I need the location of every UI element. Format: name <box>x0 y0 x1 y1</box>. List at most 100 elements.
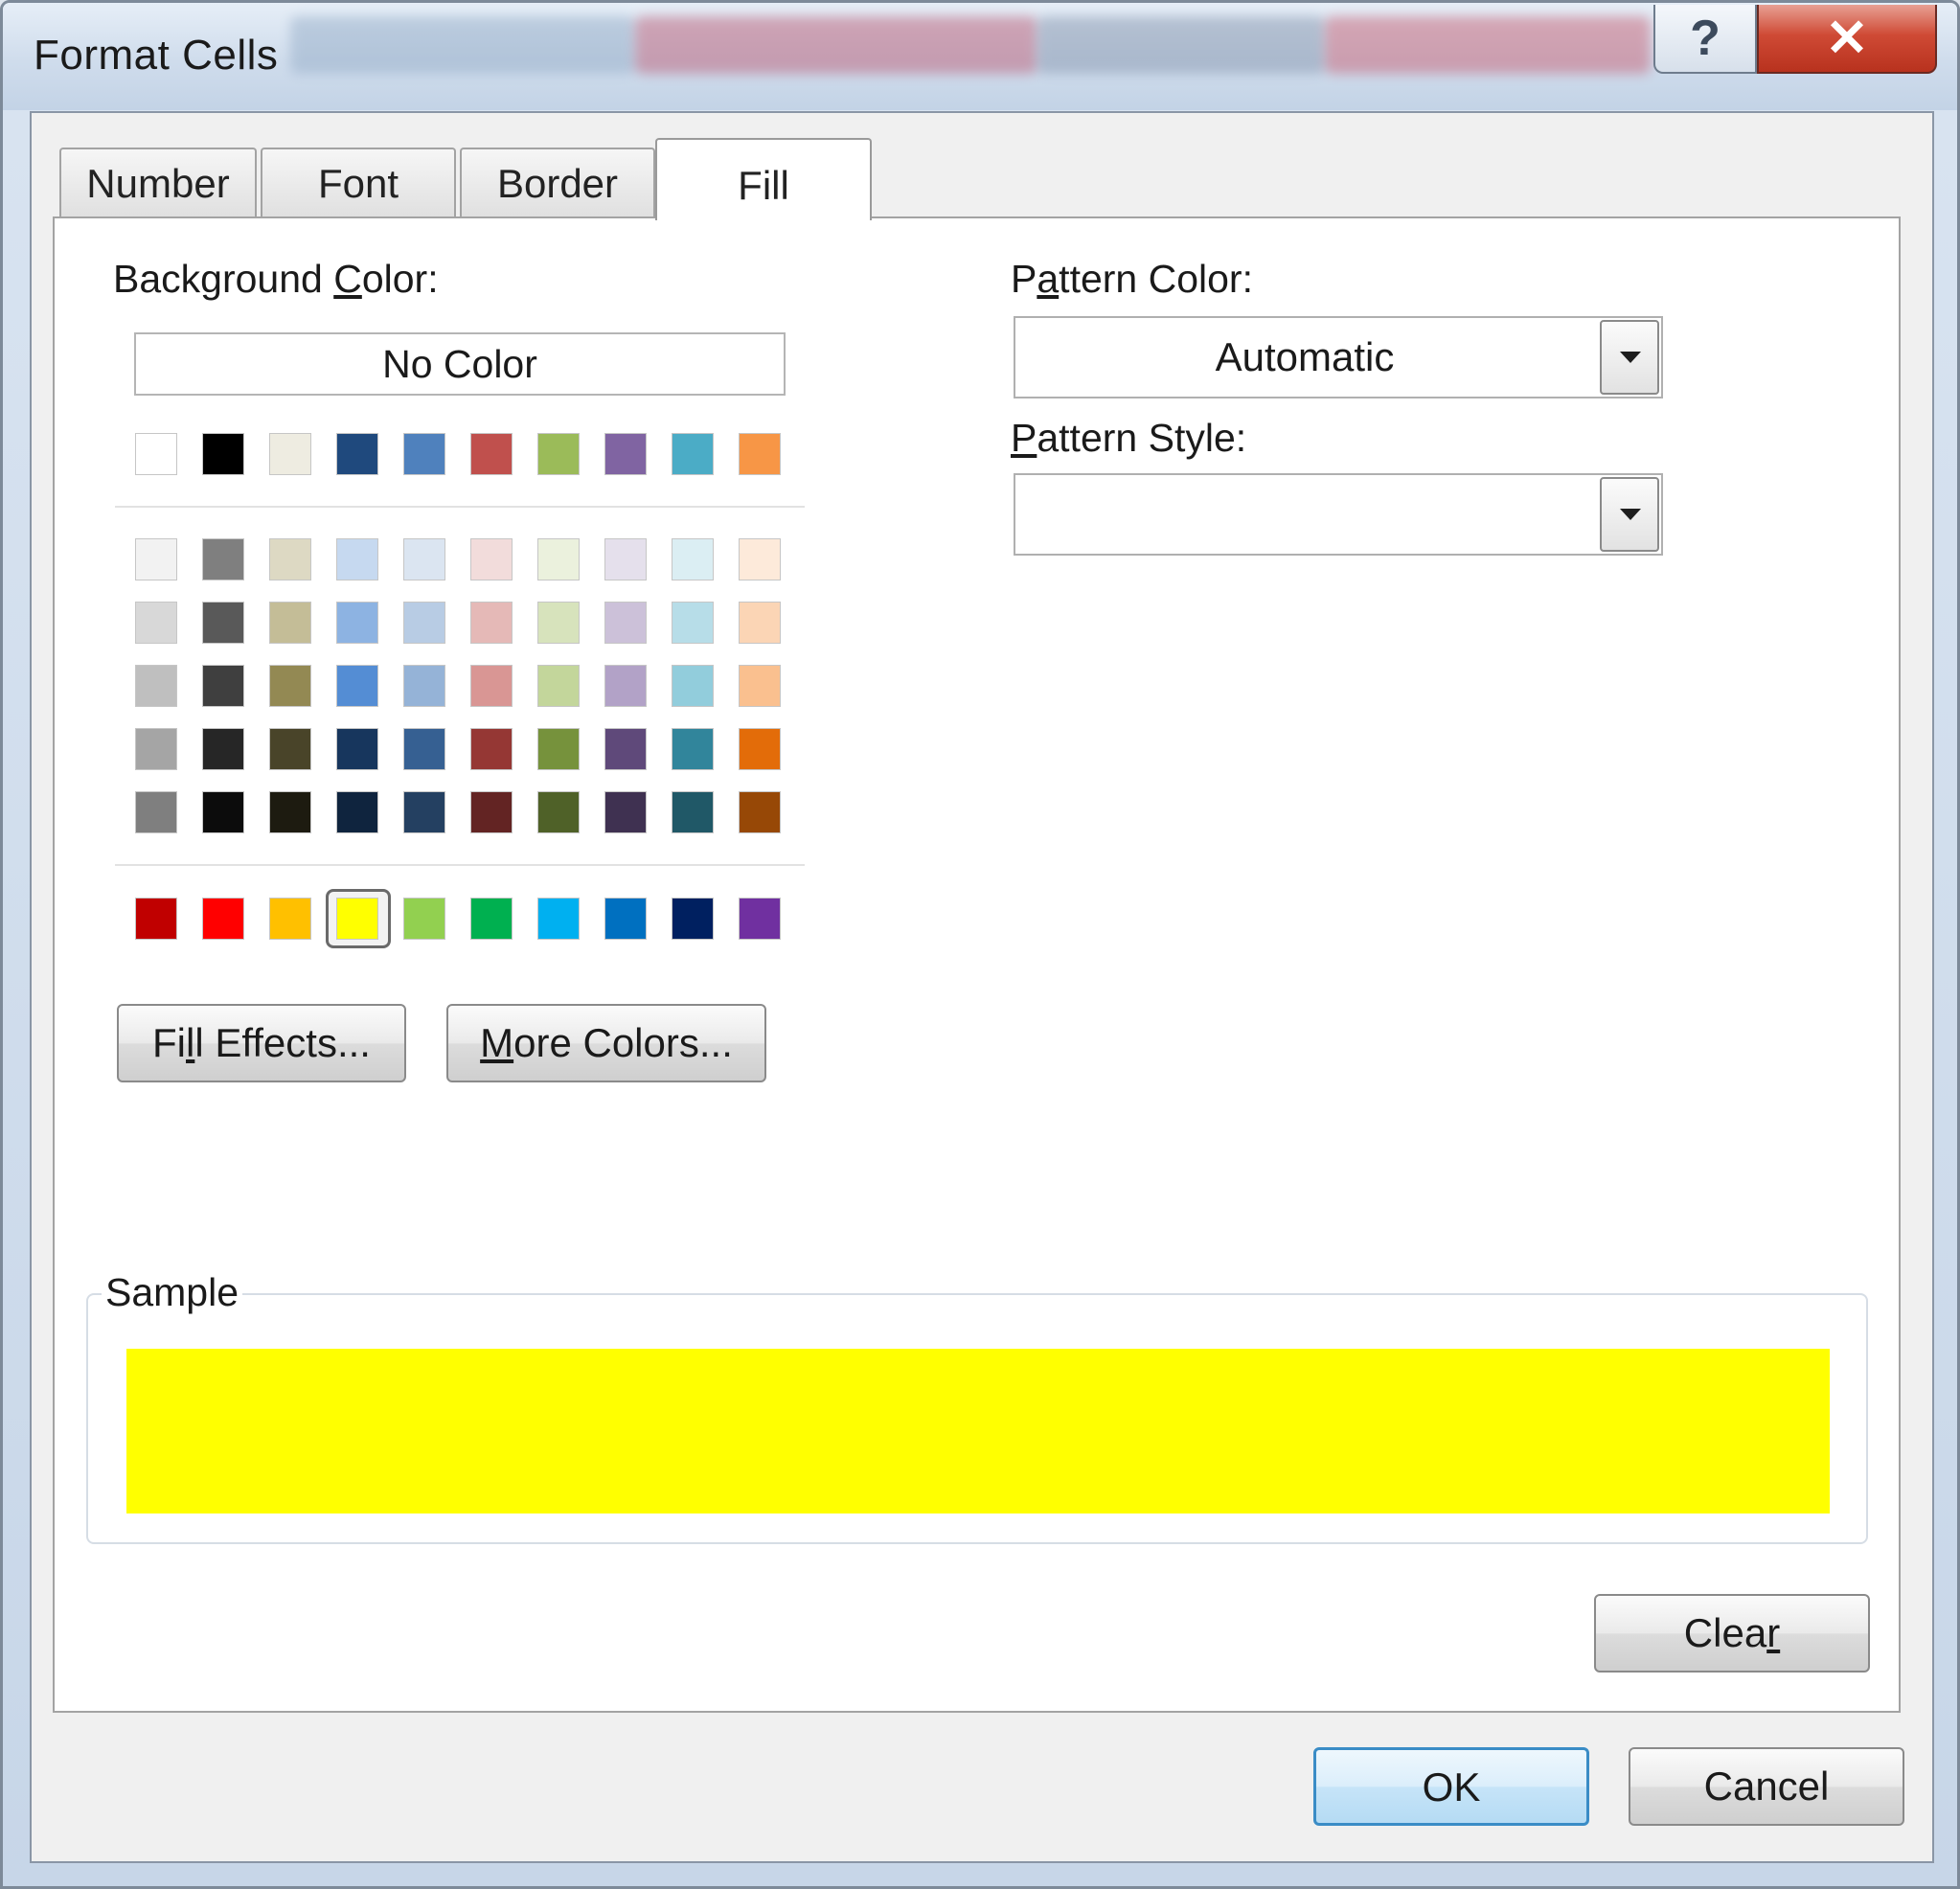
standard-color-swatch[interactable] <box>604 898 647 940</box>
tab-fill[interactable]: Fill <box>655 138 872 220</box>
theme-tint-swatch[interactable] <box>269 665 311 707</box>
theme-tint-swatch[interactable] <box>135 538 177 580</box>
help-button[interactable]: ? <box>1653 5 1757 74</box>
theme-tint-swatch[interactable] <box>336 665 378 707</box>
pattern-style-label: Pattern Style: <box>1011 416 1247 460</box>
theme-tint-swatch[interactable] <box>537 538 580 580</box>
tab-font[interactable]: Font <box>261 148 456 216</box>
theme-tint-swatch[interactable] <box>202 665 244 707</box>
theme-color-swatch[interactable] <box>403 433 445 475</box>
theme-tint-swatch[interactable] <box>202 538 244 580</box>
close-icon: ✕ <box>1825 10 1869 67</box>
background-blur <box>1037 16 1325 74</box>
theme-tint-swatch[interactable] <box>202 602 244 644</box>
theme-tint-swatch[interactable] <box>470 538 513 580</box>
tab-label: Font <box>317 161 399 206</box>
theme-tint-swatch[interactable] <box>739 728 781 770</box>
tab-number[interactable]: Number <box>59 148 257 216</box>
fill-effects-button[interactable]: Fill Effects... <box>117 1004 406 1082</box>
theme-tint-swatch[interactable] <box>269 602 311 644</box>
theme-tint-swatch[interactable] <box>336 728 378 770</box>
pattern-color-dropdown[interactable]: Automatic <box>1014 316 1663 398</box>
theme-tint-swatch[interactable] <box>135 728 177 770</box>
standard-color-swatch[interactable] <box>739 898 781 940</box>
theme-tint-swatch[interactable] <box>336 602 378 644</box>
theme-tint-swatch[interactable] <box>537 791 580 833</box>
standard-color-swatch[interactable] <box>403 898 445 940</box>
theme-tint-swatch[interactable] <box>604 728 647 770</box>
theme-color-swatch[interactable] <box>604 433 647 475</box>
theme-tint-swatch[interactable] <box>470 602 513 644</box>
theme-tint-swatch[interactable] <box>403 791 445 833</box>
chevron-down-icon[interactable] <box>1600 477 1659 552</box>
theme-tint-swatch[interactable] <box>403 602 445 644</box>
close-button[interactable]: ✕ <box>1757 5 1937 74</box>
theme-tint-swatch[interactable] <box>336 791 378 833</box>
theme-tint-swatch[interactable] <box>739 538 781 580</box>
theme-color-swatch[interactable] <box>269 433 311 475</box>
palette-separator <box>115 506 805 508</box>
theme-tint-swatch[interactable] <box>537 602 580 644</box>
theme-color-swatch[interactable] <box>470 433 513 475</box>
theme-color-swatch[interactable] <box>672 433 714 475</box>
theme-tint-swatch[interactable] <box>470 791 513 833</box>
theme-tint-swatch[interactable] <box>672 728 714 770</box>
pattern-color-value: Automatic <box>1215 334 1395 379</box>
tab-border[interactable]: Border <box>460 148 655 216</box>
theme-tint-swatch[interactable] <box>672 791 714 833</box>
theme-tint-swatch[interactable] <box>202 728 244 770</box>
theme-tint-swatch[interactable] <box>672 602 714 644</box>
help-icon: ? <box>1690 11 1721 66</box>
background-blur <box>1325 16 1651 74</box>
standard-color-swatch[interactable] <box>336 898 378 940</box>
theme-tint-swatch[interactable] <box>403 665 445 707</box>
theme-tint-swatch[interactable] <box>269 538 311 580</box>
theme-color-swatch[interactable] <box>336 433 378 475</box>
pattern-style-dropdown[interactable] <box>1014 473 1663 556</box>
standard-color-swatch[interactable] <box>672 898 714 940</box>
sample-preview <box>126 1349 1830 1513</box>
theme-tint-swatch[interactable] <box>604 538 647 580</box>
theme-tint-swatch[interactable] <box>135 791 177 833</box>
theme-tint-swatch[interactable] <box>269 791 311 833</box>
more-colors-button[interactable]: More Colors... <box>446 1004 766 1082</box>
theme-color-swatch[interactable] <box>135 433 177 475</box>
window-title: Format Cells <box>34 32 279 79</box>
theme-tint-swatch[interactable] <box>739 602 781 644</box>
standard-color-swatch[interactable] <box>202 898 244 940</box>
standard-color-swatch[interactable] <box>470 898 513 940</box>
theme-tint-swatch[interactable] <box>604 665 647 707</box>
theme-tint-swatch[interactable] <box>470 665 513 707</box>
theme-color-swatch[interactable] <box>537 433 580 475</box>
theme-tint-swatch[interactable] <box>403 728 445 770</box>
tab-label: Number <box>86 161 230 206</box>
theme-tint-swatch[interactable] <box>135 665 177 707</box>
theme-tint-swatch[interactable] <box>604 602 647 644</box>
clear-button[interactable]: Clear <box>1594 1594 1870 1673</box>
no-color-button[interactable]: No Color <box>134 332 786 396</box>
theme-tint-swatch[interactable] <box>739 665 781 707</box>
ok-button[interactable]: OK <box>1313 1747 1589 1826</box>
theme-tint-swatch[interactable] <box>672 665 714 707</box>
theme-tint-swatch[interactable] <box>672 538 714 580</box>
theme-tint-swatch[interactable] <box>336 538 378 580</box>
theme-tint-swatch[interactable] <box>202 791 244 833</box>
theme-tint-swatch[interactable] <box>537 665 580 707</box>
theme-color-swatch[interactable] <box>202 433 244 475</box>
theme-tint-swatch[interactable] <box>739 791 781 833</box>
standard-color-swatch[interactable] <box>537 898 580 940</box>
theme-tint-swatch[interactable] <box>537 728 580 770</box>
theme-color-swatch[interactable] <box>739 433 781 475</box>
background-blur <box>290 16 635 74</box>
theme-tint-swatch[interactable] <box>604 791 647 833</box>
standard-color-swatch[interactable] <box>269 898 311 940</box>
theme-tint-swatch[interactable] <box>403 538 445 580</box>
standard-color-swatch[interactable] <box>135 898 177 940</box>
pattern-color-label: Pattern Color: <box>1011 257 1253 301</box>
chevron-down-icon[interactable] <box>1600 320 1659 395</box>
cancel-button[interactable]: Cancel <box>1629 1747 1904 1826</box>
theme-tint-swatch[interactable] <box>269 728 311 770</box>
theme-tint-swatch[interactable] <box>135 602 177 644</box>
theme-tint-swatch[interactable] <box>470 728 513 770</box>
sample-label: Sample <box>102 1270 243 1315</box>
